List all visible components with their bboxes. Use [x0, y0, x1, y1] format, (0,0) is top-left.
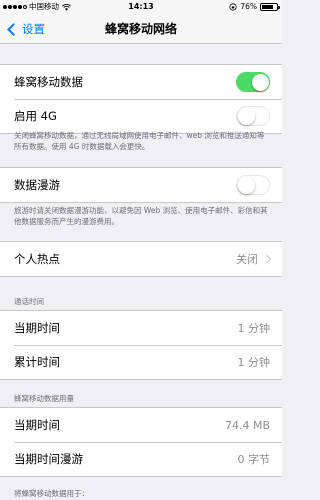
battery-fill [262, 5, 273, 9]
toggle-knob [237, 107, 255, 125]
data-usage-current-label: 当期时间 [14, 418, 60, 432]
data-roaming-toggle[interactable] [236, 175, 270, 195]
status-right: 76% [229, 0, 280, 14]
hotspot-group: 个人热点 关闭 [0, 241, 282, 277]
enable-4g-toggle[interactable] [236, 106, 270, 126]
status-bar: 中国移动 14:13 76% [0, 0, 282, 14]
cellular-settings-group: 蜂窝移动数据 启用 4G [0, 64, 282, 134]
roaming-group: 数据漫游 [0, 167, 282, 203]
data-usage-roaming-row: 当期时间漫游 0 字节 [0, 442, 282, 476]
cellular-data-label: 蜂窝移动数据 [14, 75, 83, 89]
chevron-right-icon [262, 254, 272, 264]
data-usage-current-value: 74.4 MB [224, 418, 270, 432]
personal-hotspot-label: 个人热点 [14, 252, 60, 266]
data-usage-roaming-label: 当期时间漫游 [14, 452, 83, 466]
personal-hotspot-value: 关闭 [236, 253, 258, 266]
call-time-lifetime-row: 累计时间 1 分钟 [0, 345, 282, 379]
roaming-footnote: 旅游时请关闭数据漫游功能，以避免因 Web 浏览、使用电子邮件、彩信和其他数据服… [14, 206, 268, 226]
cellular-data-toggle[interactable] [236, 72, 270, 92]
navigation-bar: 设置 蜂窝移动网络 [0, 14, 282, 44]
data-usage-header: 蜂窝移动数据用量 [14, 394, 74, 403]
data-roaming-label: 数据漫游 [14, 178, 60, 192]
call-time-lifetime-value: 1 分钟 [237, 356, 271, 369]
data-roaming-row: 数据漫游 [0, 168, 282, 202]
cellular-data-footnote: 关闭蜂窝移动数据，通过无线局域网使用电子邮件、web 浏览和推送通知等所有数据。… [14, 131, 265, 151]
toggle-knob [251, 73, 269, 91]
battery-percent: 76% [240, 2, 257, 11]
data-usage-current-row: 当期时间 74.4 MB [0, 408, 282, 442]
call-time-current-value: 1 分钟 [237, 322, 271, 335]
personal-hotspot-row[interactable]: 个人热点 关闭 [0, 242, 282, 276]
enable-4g-label: 启用 4G [14, 109, 57, 123]
cellular-data-row: 蜂窝移动数据 [0, 65, 282, 99]
orientation-lock-icon [229, 3, 237, 11]
use-cellular-for-header: 将蜂窝移动数据用于： [14, 489, 89, 498]
call-time-current-row: 当期时间 1 分钟 [0, 311, 282, 345]
data-usage-group: 当期时间 74.4 MB 当期时间漫游 0 字节 [0, 407, 282, 477]
call-time-header: 通话时间 [14, 297, 44, 306]
call-time-lifetime-label: 累计时间 [14, 355, 60, 369]
data-usage-roaming-value: 0 字节 [237, 453, 271, 466]
battery-icon [260, 3, 280, 11]
call-time-group: 当期时间 1 分钟 累计时间 1 分钟 [0, 310, 282, 380]
page-title: 蜂窝移动网络 [104, 22, 177, 36]
call-time-current-label: 当期时间 [14, 321, 60, 335]
enable-4g-row: 启用 4G [0, 99, 282, 133]
toggle-knob [237, 176, 255, 194]
